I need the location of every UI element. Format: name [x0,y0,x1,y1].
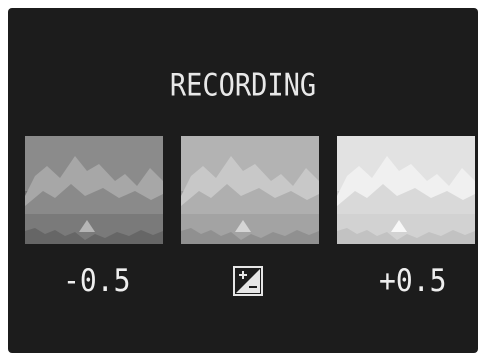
landscape-thumbnail-image [181,136,319,244]
screen-title: RECORDING [169,67,317,104]
thumbnail-minus [25,136,163,244]
landscape-thumbnail-image [25,136,163,244]
camera-lcd-screen: RECORDING -0.5 +0.5 [8,8,478,353]
thumbnail-plus [337,136,475,244]
exposure-minus-label: -0.5 [63,262,131,299]
landscape-thumbnail-image [337,136,475,244]
exposure-compensation-icon [233,266,263,296]
thumbnail-normal [181,136,319,244]
exposure-plus-label: +0.5 [379,262,447,299]
